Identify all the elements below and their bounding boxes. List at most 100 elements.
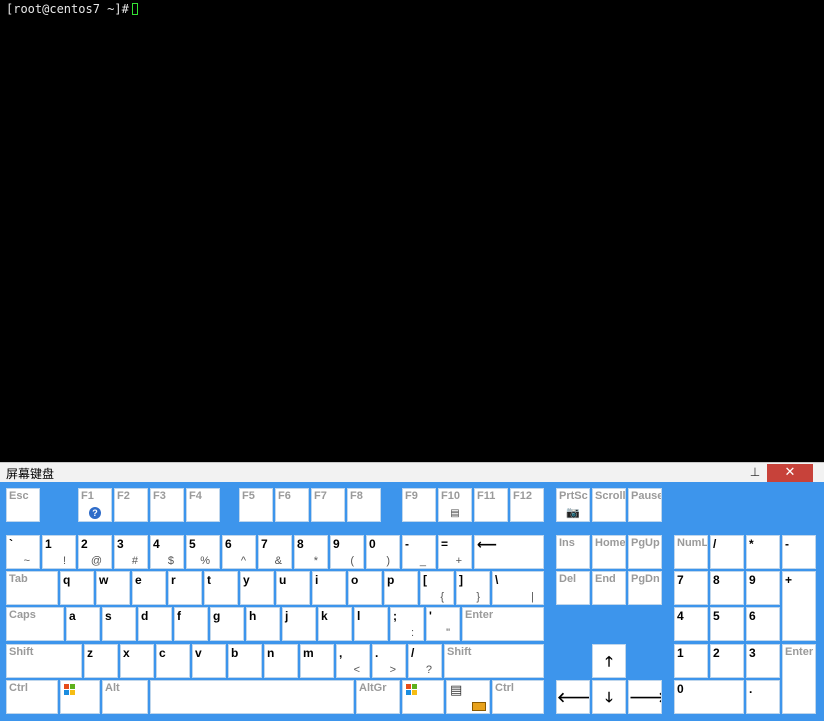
key-enter[interactable]: Enter (462, 607, 544, 641)
key-n[interactable]: n (264, 644, 298, 678)
key-l[interactable]: l (354, 607, 388, 641)
key-f6[interactable]: F6 (275, 488, 309, 522)
key-x[interactable]: x (120, 644, 154, 678)
key-m[interactable]: m (300, 644, 334, 678)
key-numpad-0[interactable]: 0 (674, 680, 744, 714)
key-slash[interactable]: /? (408, 644, 442, 678)
key-arrow-up[interactable]: 🡑 (592, 644, 626, 678)
key-arrow-right[interactable]: 🡒 (628, 680, 662, 714)
close-button[interactable]: ✕ (767, 464, 813, 482)
key-2[interactable]: 2 @ (78, 535, 112, 569)
key-q[interactable]: q (60, 571, 94, 605)
key-f4[interactable]: F4 (186, 488, 220, 522)
key-f3[interactable]: F3 (150, 488, 184, 522)
key-win-right[interactable] (402, 680, 444, 714)
key-f11[interactable]: F11 (474, 488, 508, 522)
key-numlock[interactable]: NumL (674, 535, 708, 569)
key-b[interactable]: b (228, 644, 262, 678)
key-0[interactable]: 0) (366, 535, 400, 569)
key-f7[interactable]: F7 (311, 488, 345, 522)
key-numpad-3[interactable]: 3 (746, 644, 780, 678)
key-shift-right[interactable]: Shift (444, 644, 544, 678)
key-o[interactable]: o (348, 571, 382, 605)
key-arrow-left[interactable]: 🡐 (556, 680, 590, 714)
key-backspace[interactable]: ⟵ (474, 535, 544, 569)
key-u[interactable]: u (276, 571, 310, 605)
key-g[interactable]: g (210, 607, 244, 641)
key-home[interactable]: Home (592, 535, 626, 569)
key-quote[interactable]: ' " (426, 607, 460, 641)
key-numpad-subtract[interactable]: - (782, 535, 816, 569)
key-numpad-9[interactable]: 9 (746, 571, 780, 605)
key-ins[interactable]: Ins (556, 535, 590, 569)
key-5[interactable]: 5% (186, 535, 220, 569)
key-prtsc[interactable]: PrtSc 📷 (556, 488, 590, 522)
key-c[interactable]: c (156, 644, 190, 678)
key-d[interactable]: d (138, 607, 172, 641)
key-numpad-multiply[interactable]: * (746, 535, 780, 569)
key-menu[interactable]: ▤ (446, 680, 490, 714)
key-f1[interactable]: F1? (78, 488, 112, 522)
osk-title-bar[interactable]: 屏幕键盘 ⊥ ✕ (0, 462, 824, 482)
key-scroll[interactable]: Scroll (592, 488, 626, 522)
key-numpad-5[interactable]: 5 (710, 607, 744, 641)
key-backslash[interactable]: \ | (492, 571, 544, 605)
key-win-left[interactable] (60, 680, 100, 714)
key-k[interactable]: k (318, 607, 352, 641)
key-a[interactable]: a (66, 607, 100, 641)
key-p[interactable]: p (384, 571, 418, 605)
pin-icon[interactable]: ⊥ (748, 465, 762, 479)
key-pause[interactable]: Pause (628, 488, 662, 522)
key-9[interactable]: 9( (330, 535, 364, 569)
key-numpad-enter[interactable]: Enter (782, 644, 816, 714)
key-t[interactable]: t (204, 571, 238, 605)
key-f9[interactable]: F9 (402, 488, 436, 522)
key-r[interactable]: r (168, 571, 202, 605)
key-altgr[interactable]: AltGr (356, 680, 400, 714)
key-comma[interactable]: , < (336, 644, 370, 678)
key-minus[interactable]: - _ (402, 535, 436, 569)
key-backtick[interactable]: ` ~ (6, 535, 40, 569)
key-7[interactable]: 7 & (258, 535, 292, 569)
key-f2[interactable]: F2 (114, 488, 148, 522)
key-period[interactable]: . > (372, 644, 406, 678)
key-f8[interactable]: F8 (347, 488, 381, 522)
key-end[interactable]: End (592, 571, 626, 605)
key-f5[interactable]: F5 (239, 488, 273, 522)
key-arrow-down[interactable]: 🡓 (592, 680, 626, 714)
key-8[interactable]: 8 * (294, 535, 328, 569)
key-3[interactable]: 3 # (114, 535, 148, 569)
key-numpad-1[interactable]: 1 (674, 644, 708, 678)
key-w[interactable]: w (96, 571, 130, 605)
key-numpad-decimal[interactable]: . (746, 680, 780, 714)
key-f10[interactable]: F10 ▤ (438, 488, 472, 522)
key-right-bracket[interactable]: ]} (456, 571, 490, 605)
key-z[interactable]: z (84, 644, 118, 678)
key-pgup[interactable]: PgUp (628, 535, 662, 569)
key-h[interactable]: h (246, 607, 280, 641)
key-4[interactable]: 4 $ (150, 535, 184, 569)
key-numpad-4[interactable]: 4 (674, 607, 708, 641)
key-semicolon[interactable]: ;: (390, 607, 424, 641)
key-numpad-divide[interactable]: / (710, 535, 744, 569)
key-del[interactable]: Del (556, 571, 590, 605)
key-y[interactable]: y (240, 571, 274, 605)
key-equal[interactable]: = + (438, 535, 472, 569)
key-numpad-7[interactable]: 7 (674, 571, 708, 605)
key-f12[interactable]: F12 (510, 488, 544, 522)
key-numpad-2[interactable]: 2 (710, 644, 744, 678)
key-numpad-8[interactable]: 8 (710, 571, 744, 605)
key-shift-left[interactable]: Shift (6, 644, 82, 678)
key-s[interactable]: s (102, 607, 136, 641)
key-numpad-add[interactable]: + (782, 571, 816, 641)
terminal-window[interactable]: [root@centos7 ~]# (0, 0, 824, 462)
key-caps[interactable]: Caps (6, 607, 64, 641)
key-alt[interactable]: Alt (102, 680, 148, 714)
key-esc[interactable]: Esc (6, 488, 40, 522)
key-pgdn[interactable]: PgDn (628, 571, 662, 605)
key-i[interactable]: i (312, 571, 346, 605)
key-6[interactable]: 6 ^ (222, 535, 256, 569)
key-e[interactable]: e (132, 571, 166, 605)
key-space[interactable] (150, 680, 354, 714)
key-1[interactable]: 1! (42, 535, 76, 569)
